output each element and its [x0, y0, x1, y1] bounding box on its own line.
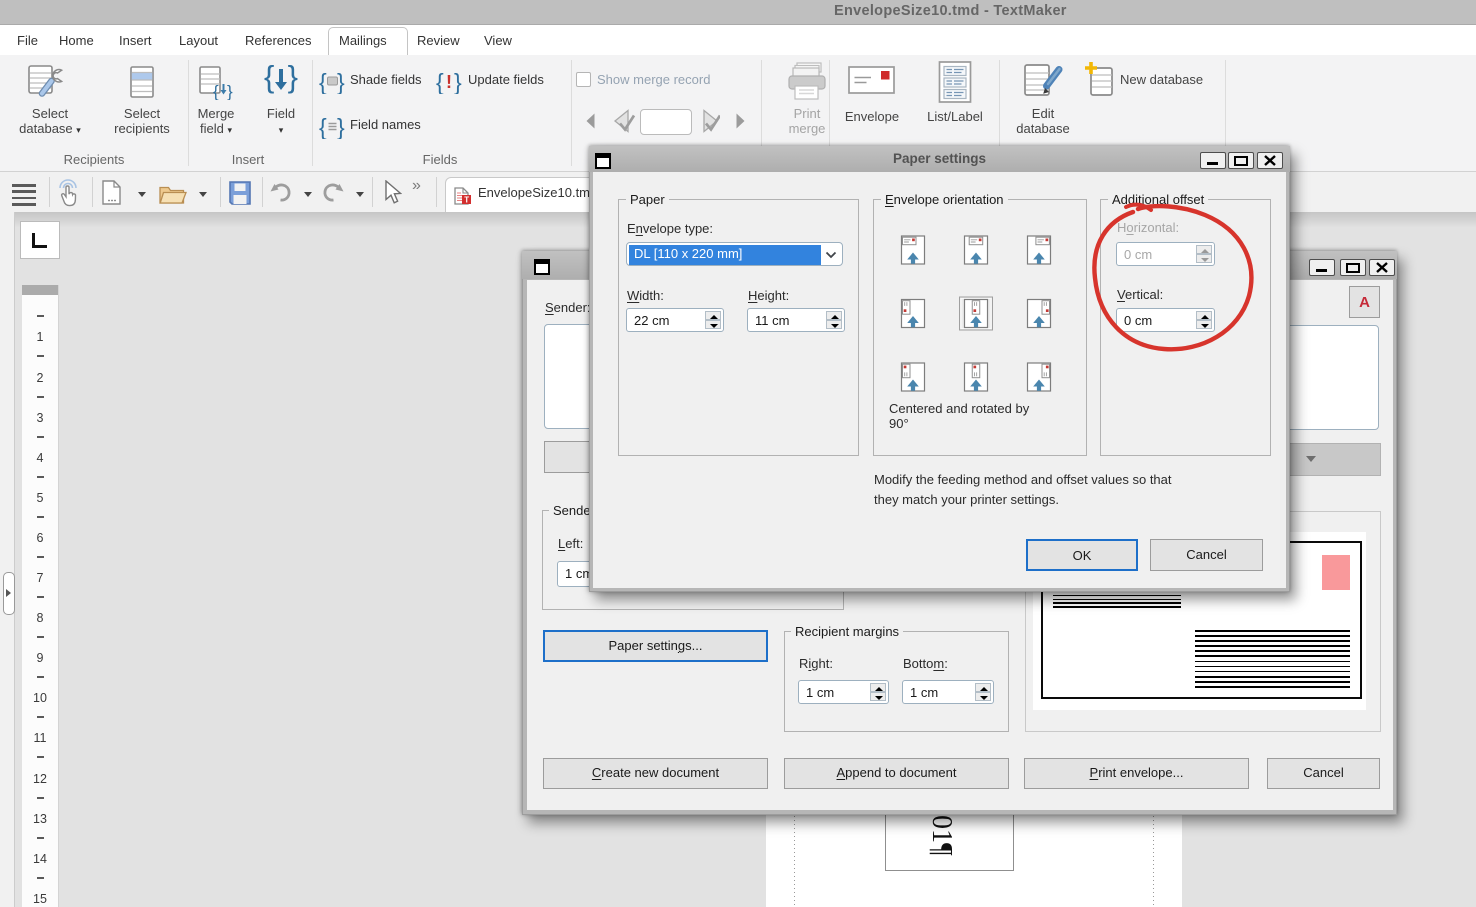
svg-text:}: } — [337, 114, 345, 139]
svg-text:}: } — [227, 82, 233, 100]
svg-text:{: { — [319, 69, 327, 94]
svg-text:T: T — [464, 196, 469, 205]
svg-text:{: { — [319, 114, 327, 139]
svg-text:{: { — [436, 69, 444, 94]
svg-text:}: } — [454, 69, 462, 94]
svg-text:}: } — [337, 69, 345, 94]
svg-text:{: { — [213, 82, 219, 100]
svg-text:!: ! — [446, 72, 452, 92]
